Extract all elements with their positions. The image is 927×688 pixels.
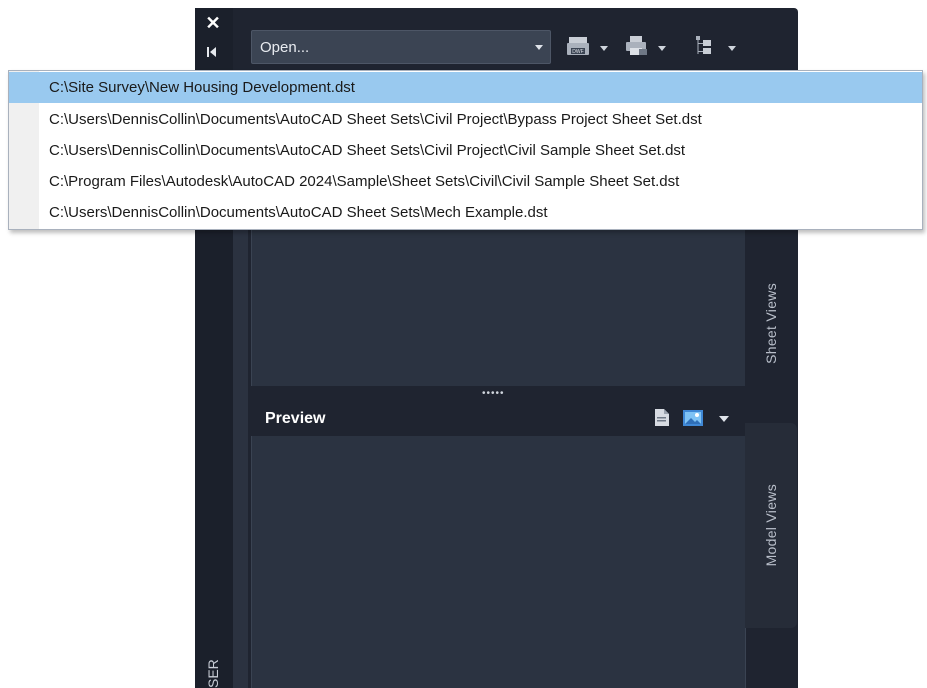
list-item-path: C:\Users\DennisCollin\Documents\AutoCAD … [49,142,686,159]
publish-dwf-icon: DWF [567,37,589,55]
sheet-subset-icon [696,36,711,54]
preview-pane [251,436,746,688]
list-item[interactable]: C:\Site Survey\New Housing Development.d… [9,72,922,103]
list-item[interactable]: C:\Users\DennisCollin\Documents\AutoCAD … [9,104,922,135]
svg-text:DWF: DWF [572,49,583,55]
tab-label: Model Views [763,484,779,567]
tab-label: Sheet Views [763,282,779,364]
publish-dwf-button[interactable]: DWF [562,34,614,60]
open-combo-label: Open... [260,39,310,56]
chevron-down-icon[interactable] [535,45,543,50]
print-button[interactable] [622,34,674,60]
pane-splitter[interactable]: ••••• [251,386,744,402]
list-item[interactable]: C:\Users\DennisCollin\Documents\AutoCAD … [9,135,922,166]
chevron-down-icon[interactable] [719,416,729,422]
sheet-subset-button[interactable] [690,34,742,60]
list-item[interactable]: C:\Users\DennisCollin\Documents\AutoCAD … [9,197,922,228]
list-item-path: C:\Site Survey\New Housing Development.d… [49,79,355,96]
close-icon[interactable]: ✕ [203,13,223,33]
tab-sheet-views[interactable]: Sheet Views [745,228,797,418]
splitter-grip-icon: ••••• [482,388,505,399]
preview-title: Preview [265,410,326,427]
print-icon [626,36,647,55]
palette-title: SER [205,659,221,688]
open-sheet-set-combo[interactable]: Open... [251,30,551,64]
list-item[interactable]: C:\Program Files\Autodesk\AutoCAD 2024\S… [9,166,922,197]
image-icon[interactable] [683,410,703,426]
recent-sheet-sets-dropdown[interactable]: C:\Site Survey\New Housing Development.d… [8,70,923,230]
page-icon[interactable] [655,409,669,426]
list-item-path: C:\Users\DennisCollin\Documents\AutoCAD … [49,204,548,221]
tab-model-views[interactable]: Model Views [745,423,797,628]
list-item-path: C:\Users\DennisCollin\Documents\AutoCAD … [49,111,702,128]
list-item-path: C:\Program Files\Autodesk\AutoCAD 2024\S… [49,173,680,190]
autohide-icon[interactable] [203,42,223,62]
